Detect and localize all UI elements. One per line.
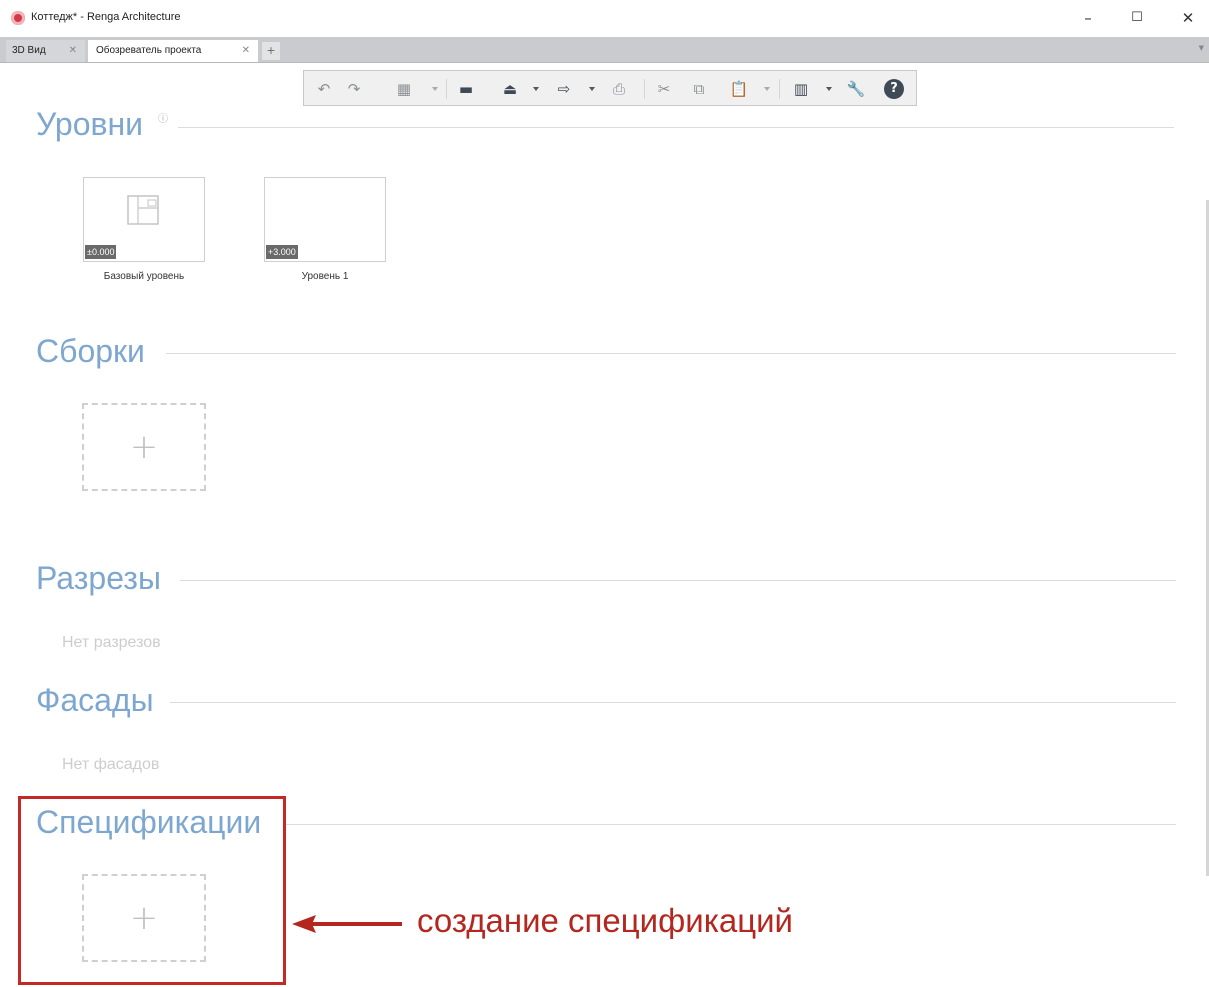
chevron-down-icon[interactable] — [589, 87, 595, 91]
undo-icon[interactable]: ↶ — [314, 79, 334, 99]
annotation-text: создание спецификаций — [417, 902, 793, 939]
paste-icon[interactable]: 📋 — [729, 79, 749, 99]
level-card-1[interactable]: +3.000 — [264, 177, 386, 262]
tab-strip: 3D Вид ✕ Обозреватель проекта ✕ + ▼ — [0, 37, 1209, 63]
toolbar-divider — [779, 79, 780, 99]
chevron-down-icon[interactable] — [826, 87, 832, 91]
chevron-down-icon[interactable] — [533, 87, 539, 91]
section-title-levels: Уровни — [36, 106, 144, 142]
quick-toolbar: ↶ ↷ ▦ ▬ ⏏ ⇨ ⎙ ✂ ⧉ 📋 ▥ 🔧 ? — [303, 70, 917, 106]
section-divider — [166, 353, 1176, 354]
tab-label: 3D Вид — [12, 45, 46, 56]
section-title-cuts: Разрезы — [36, 560, 161, 596]
tab-3d-view[interactable]: 3D Вид ✕ — [6, 40, 85, 62]
tab-scroll-arrow-icon[interactable]: ▼ — [1199, 44, 1204, 52]
empty-facades-text: Нет фасадов — [62, 756, 160, 773]
wrench-icon[interactable]: 🔧 — [846, 79, 866, 99]
cut-icon[interactable]: ✂ — [654, 79, 674, 99]
renga-logo-icon — [11, 11, 25, 25]
toolbar-divider — [446, 79, 447, 99]
level-label: Базовый уровень — [103, 271, 185, 282]
section-title-facades: Фасады — [36, 682, 154, 718]
copy-icon[interactable]: ⧉ — [689, 79, 709, 99]
info-icon[interactable]: ⓘ — [158, 110, 168, 125]
add-tab-button[interactable]: + — [262, 42, 280, 60]
highlight-box — [18, 796, 286, 985]
close-icon[interactable]: ✕ — [69, 40, 77, 62]
tab-project-browser[interactable]: Обозреватель проекта ✕ — [88, 40, 258, 62]
model-icon[interactable]: ▦ — [394, 79, 414, 99]
minimize-button[interactable]: – — [1074, 6, 1102, 30]
redo-icon[interactable]: ↷ — [344, 79, 364, 99]
plus-icon: + — [129, 427, 159, 467]
section-divider — [178, 127, 1174, 128]
tab-label: Обозреватель проекта — [96, 45, 202, 56]
stamp-icon[interactable]: ⏏ — [500, 79, 520, 99]
level-card-base[interactable]: ±0.000 — [83, 177, 205, 262]
section-title-assemblies: Сборки — [36, 333, 145, 369]
toolbar-divider — [644, 79, 645, 99]
add-assembly-button[interactable]: + — [82, 403, 206, 491]
section-divider — [170, 702, 1176, 703]
chevron-down-icon[interactable] — [764, 87, 770, 91]
arrow-left-icon — [292, 915, 402, 933]
maximize-button[interactable]: ☐ — [1123, 6, 1151, 30]
print-icon[interactable]: ⎙ — [609, 79, 629, 99]
elevation-badge: ±0.000 — [85, 245, 117, 259]
window-title: Коттедж* - Renga Architecture — [31, 11, 181, 23]
close-button[interactable]: ✕ — [1174, 6, 1202, 30]
export-icon[interactable]: ⇨ — [554, 79, 574, 99]
level-label: Уровень 1 — [301, 271, 349, 282]
layout-icon[interactable]: ▥ — [791, 79, 811, 99]
chevron-down-icon[interactable] — [432, 87, 438, 91]
section-divider — [180, 580, 1176, 581]
elevation-badge: +3.000 — [266, 245, 298, 259]
empty-cuts-text: Нет разрезов — [62, 634, 161, 651]
close-icon[interactable]: ✕ — [242, 40, 250, 62]
title-bar: Коттедж* - Renga Architecture – ☐ ✕ — [0, 0, 1209, 36]
section-divider — [286, 824, 1176, 825]
folder-icon[interactable]: ▬ — [456, 79, 476, 99]
floor-plan-icon — [127, 195, 159, 225]
help-icon[interactable]: ? — [884, 79, 904, 99]
